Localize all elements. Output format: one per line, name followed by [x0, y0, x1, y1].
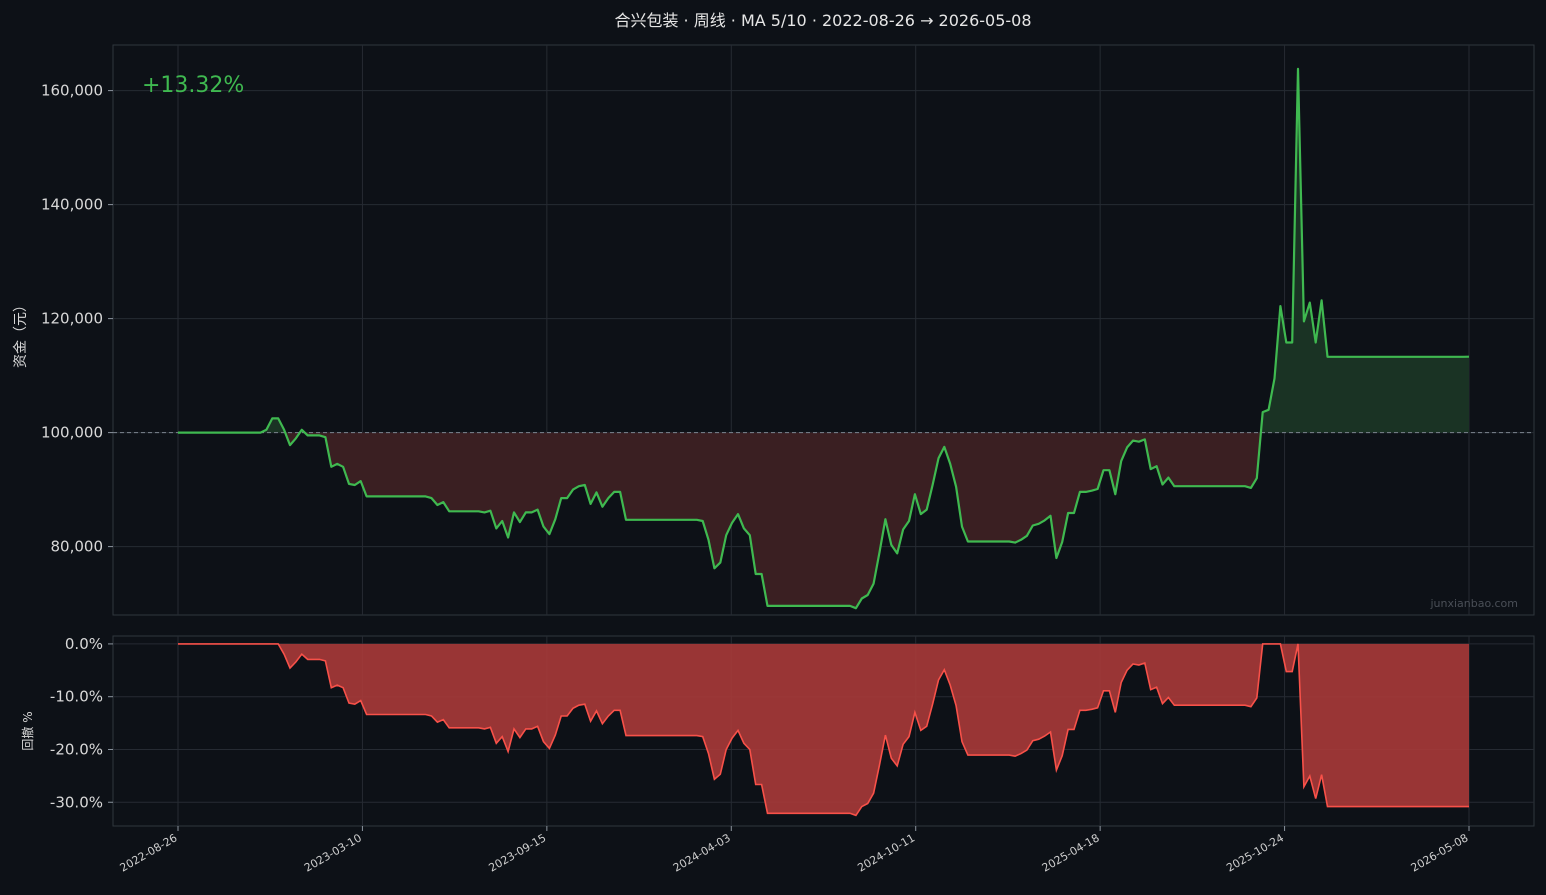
watermark: junxianbao.com — [1429, 597, 1518, 610]
chart-title: 合兴包装 · 周线 · MA 5/10 · 2022-08-26 → 2026-… — [614, 11, 1031, 30]
equity-y-tick-label: 160,000 — [41, 82, 103, 100]
return-label: +13.32% — [142, 73, 244, 98]
drawdown-y-axis-label: 回撤 % — [20, 711, 35, 750]
drawdown-y-tick-label: -20.0% — [50, 740, 103, 758]
equity-y-tick-label: 80,000 — [51, 538, 104, 556]
backtest-chart: 合兴包装 · 周线 · MA 5/10 · 2022-08-26 → 2026-… — [0, 0, 1546, 895]
equity-y-tick-label: 140,000 — [41, 196, 103, 214]
equity-y-tick-label: 100,000 — [41, 424, 103, 442]
equity-y-axis-label: 资金（元） — [13, 298, 29, 368]
drawdown-y-tick-label: -10.0% — [50, 688, 103, 706]
drawdown-y-tick-label: 0.0% — [65, 635, 103, 653]
equity-y-tick-label: 120,000 — [41, 310, 103, 328]
drawdown-y-tick-label: -30.0% — [50, 793, 103, 811]
